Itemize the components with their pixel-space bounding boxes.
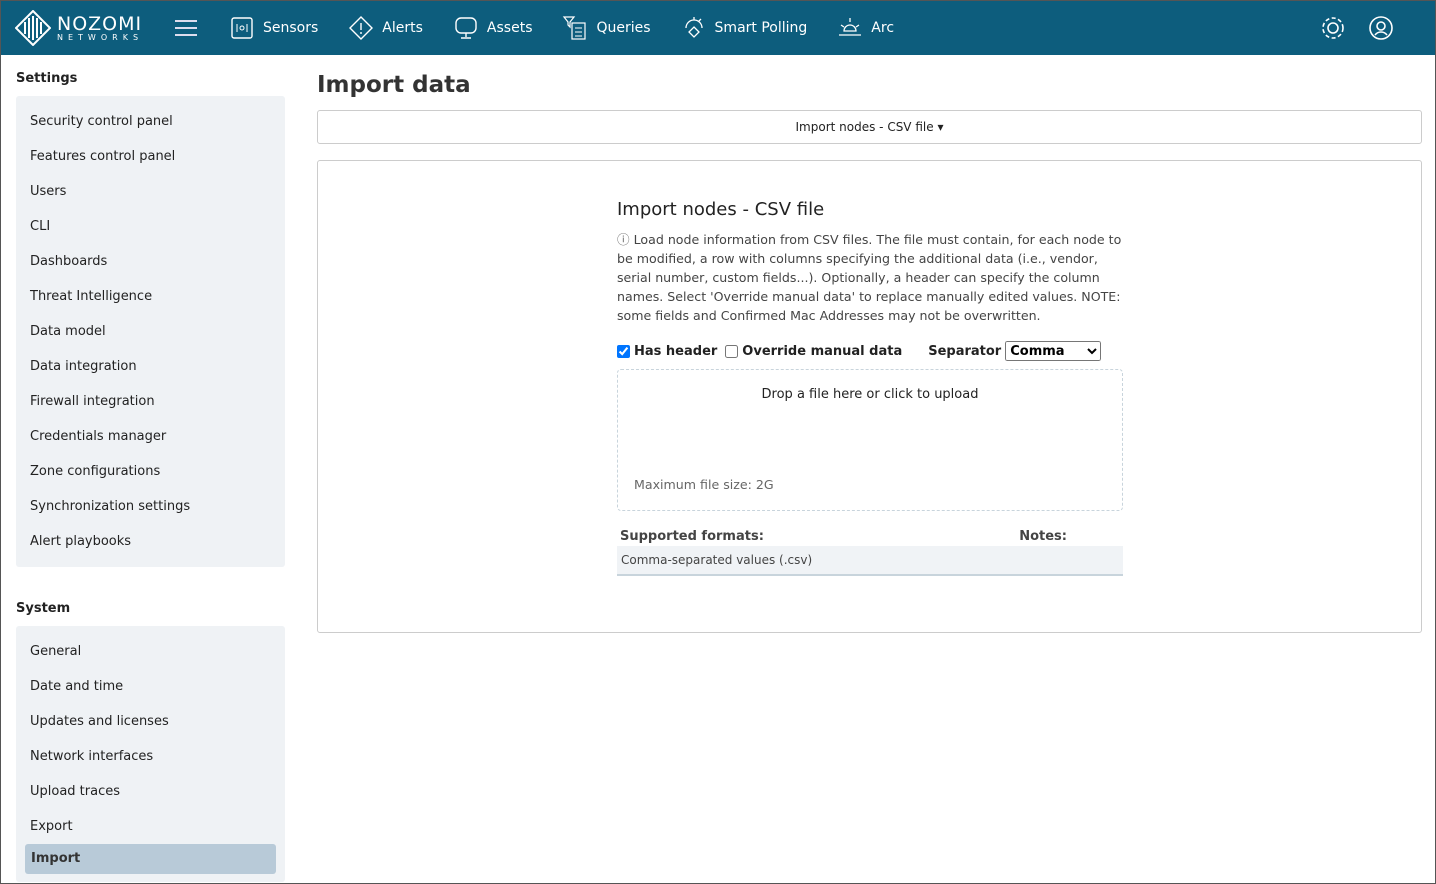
top-bar: NOZOMI NETWORKS Sensors Alerts Assets Querie… [1, 1, 1435, 55]
nav-alerts[interactable]: Alerts [348, 15, 423, 41]
sidebar-item-network-interfaces[interactable]: Network interfaces [16, 739, 285, 774]
main-content: Import data Import nodes - CSV file ▾ Im… [317, 55, 1422, 633]
nav-smart-polling[interactable]: Smart Polling [681, 15, 807, 41]
override-manual-data-checkbox[interactable] [725, 344, 739, 358]
logo[interactable]: NOZOMI NETWORKS [15, 10, 175, 46]
sidebar-item-threat-intelligence[interactable]: Threat Intelligence [16, 279, 285, 314]
sidebar-item-data-model[interactable]: Data model [16, 314, 285, 349]
sidebar-item-import[interactable]: Import [25, 844, 276, 874]
monitor-icon [455, 17, 477, 39]
sidebar-item-date-and-time[interactable]: Date and time [16, 669, 285, 704]
alert-icon [349, 16, 374, 40]
sidebar-item-updates-and-licenses[interactable]: Updates and licenses [16, 704, 285, 739]
sidebar-item-firewall-integration[interactable]: Firewall integration [16, 384, 285, 419]
gear-icon[interactable] [1319, 14, 1347, 42]
format-row: Comma-separated values (.csv) [617, 546, 1123, 576]
nozomi-logo-icon [15, 10, 51, 46]
smart-polling-icon [684, 17, 703, 38]
sidebar-item-cli[interactable]: CLI [16, 209, 285, 244]
sidebar: Settings Security control panel Features … [16, 55, 285, 882]
sidebar-item-upload-traces[interactable]: Upload traces [16, 774, 285, 809]
sensors-icon [231, 17, 253, 39]
sidebar-item-zone-configurations[interactable]: Zone configurations [16, 454, 285, 489]
nav-assets[interactable]: Assets [453, 15, 532, 41]
sidebar-item-features-control-panel[interactable]: Features control panel [16, 139, 285, 174]
arc-icon [839, 18, 862, 36]
settings-heading: Settings [16, 71, 78, 86]
sidebar-item-credentials-manager[interactable]: Credentials manager [16, 419, 285, 454]
system-heading: System [16, 601, 71, 616]
sidebar-item-export[interactable]: Export [16, 809, 285, 844]
import-type-dropdown[interactable]: Import nodes - CSV file ▾ [317, 110, 1422, 144]
has-header-checkbox[interactable] [617, 344, 630, 358]
nav-arc[interactable]: Arc [837, 15, 894, 41]
nav-sensors[interactable]: Sensors [229, 15, 318, 41]
import-card: Import nodes - CSV file ⓘ Load node info… [317, 160, 1422, 633]
sidebar-item-dashboards[interactable]: Dashboards [16, 244, 285, 279]
sidebar-item-security-control-panel[interactable]: Security control panel [16, 104, 285, 139]
menu-icon[interactable] [175, 20, 197, 36]
sidebar-item-alert-playbooks[interactable]: Alert playbooks [16, 524, 285, 559]
caret-down-icon: ▾ [937, 120, 944, 134]
info-icon: ⓘ [617, 232, 630, 247]
file-drop-zone[interactable]: Drop a file here or click to upload Maxi… [617, 369, 1123, 511]
sidebar-item-users[interactable]: Users [16, 174, 285, 209]
card-title: Import nodes - CSV file [617, 199, 825, 220]
sidebar-item-synchronization-settings[interactable]: Synchronization settings [16, 489, 285, 524]
sidebar-item-data-integration[interactable]: Data integration [16, 349, 285, 384]
sidebar-item-general[interactable]: General [16, 634, 285, 669]
description: Load node information from CSV files. Th… [617, 232, 1122, 323]
page-title: Import data [317, 72, 471, 98]
queries-icon [563, 16, 587, 40]
user-icon[interactable] [1367, 14, 1395, 42]
separator-select[interactable]: Comma [1005, 341, 1102, 361]
nav-queries[interactable]: Queries [562, 15, 651, 41]
